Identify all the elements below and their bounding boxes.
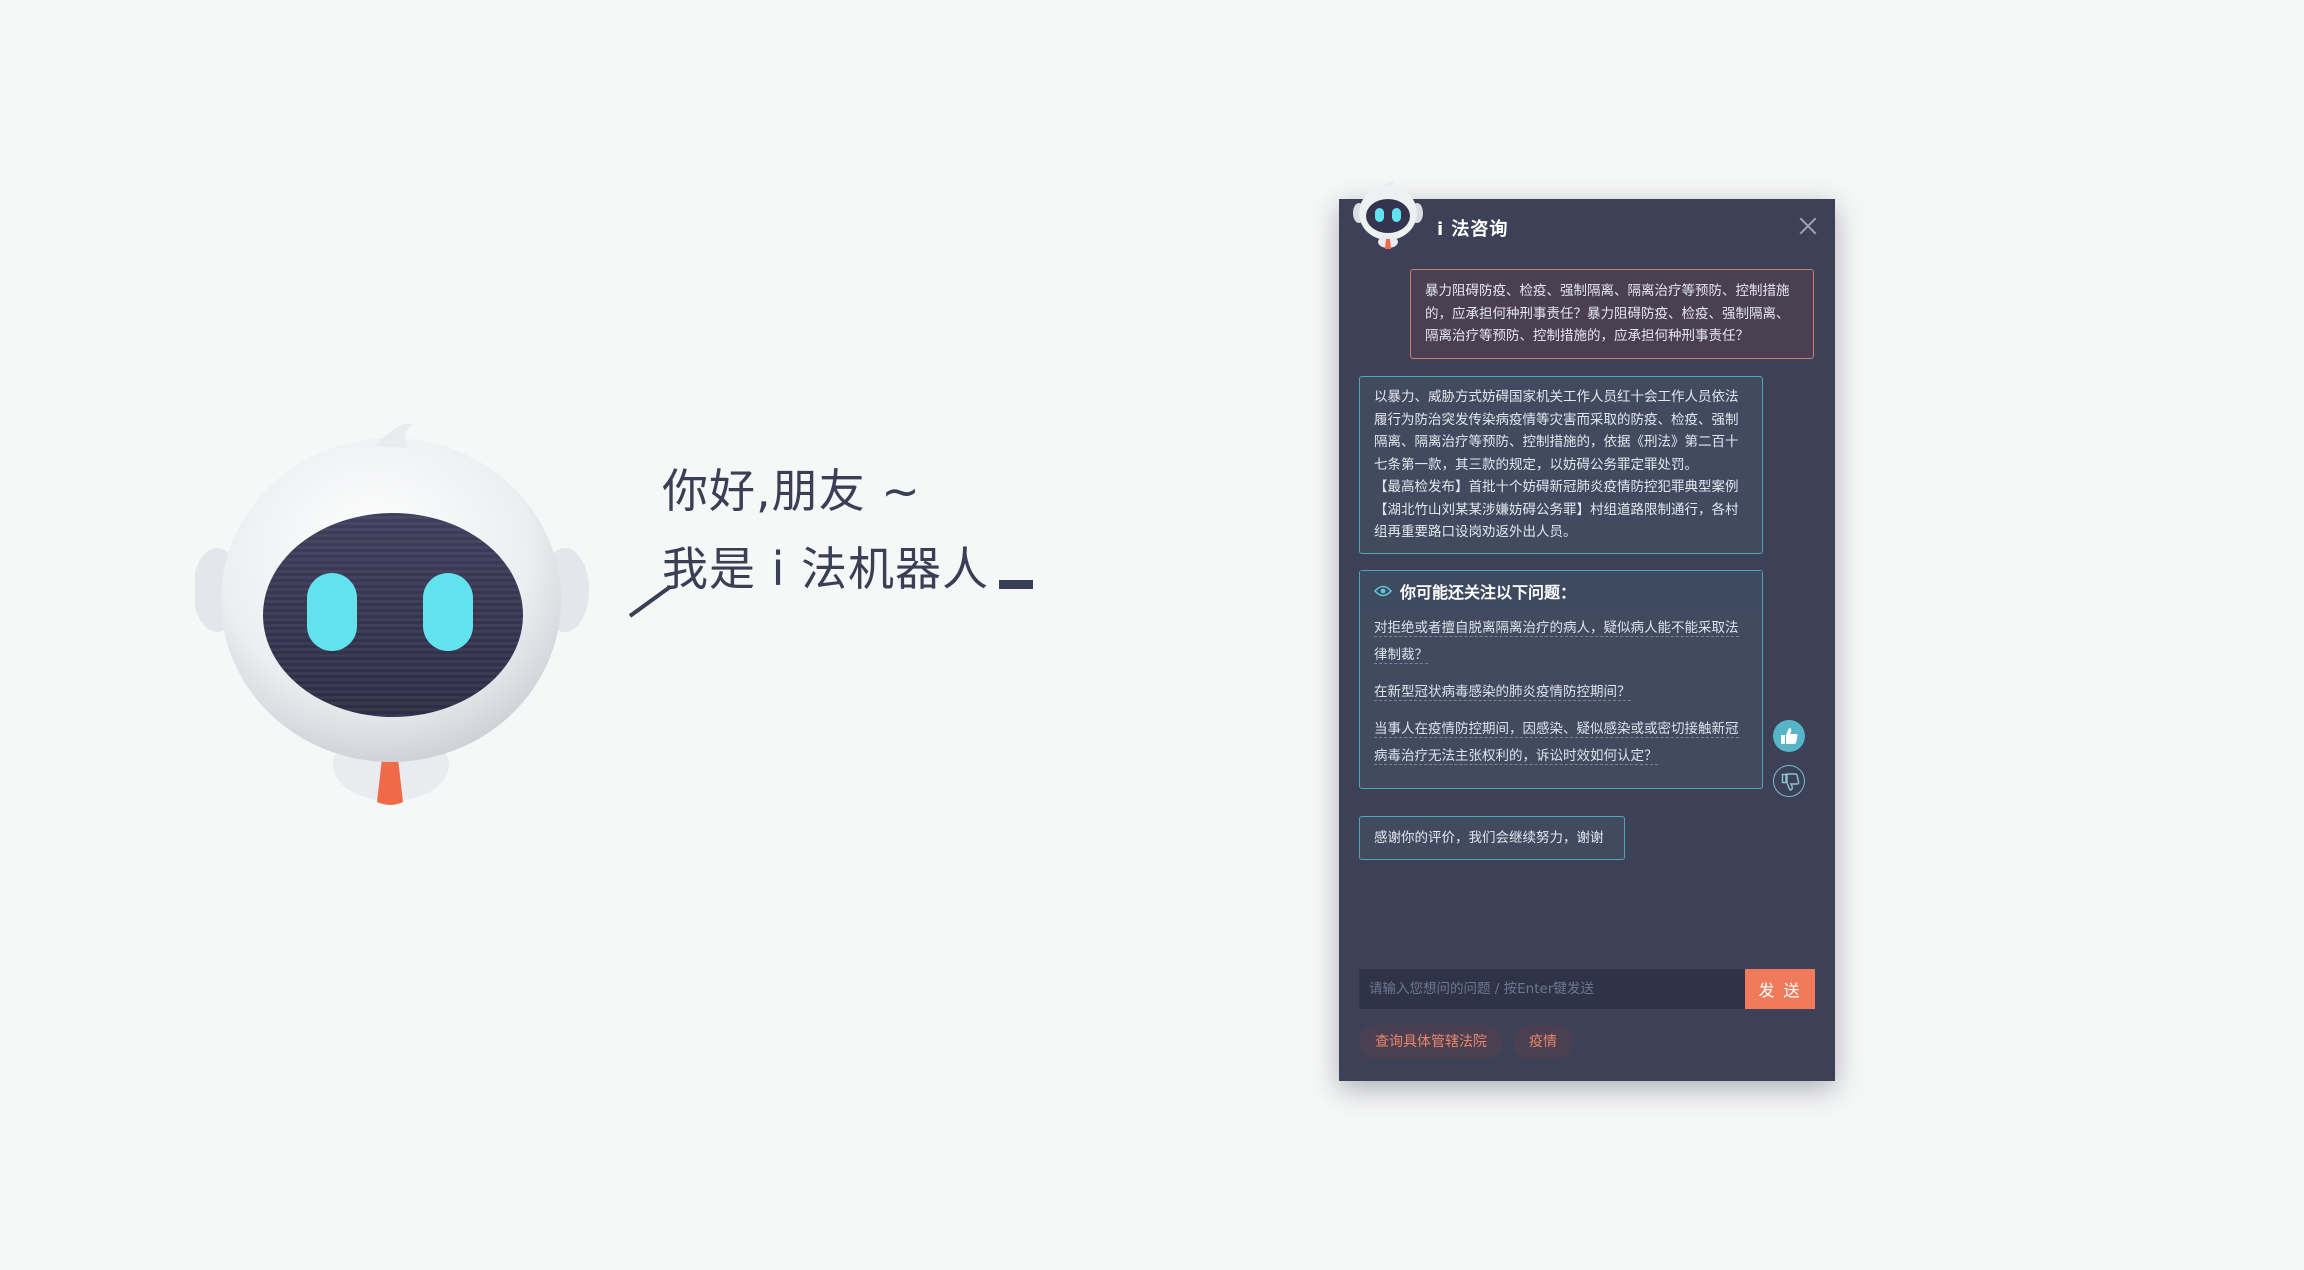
suggestions-header: 你可能还关注以下问题： (1360, 571, 1762, 611)
chat-title: i 法咨询 (1437, 219, 1509, 240)
greeting-line-2: 我是 i 法机器人 (662, 530, 1034, 608)
chat-window: i 法咨询 暴力阻碍防疫、检疫、强制隔离、隔离治疗等预防、控制措施的，应承担何种… (1339, 180, 1835, 1081)
eye-icon (1374, 585, 1392, 597)
typing-cursor (999, 580, 1034, 589)
quick-tags: 查询具体管辖法院 疫情 (1359, 1025, 1573, 1059)
quick-tag[interactable]: 查询具体管辖法院 (1359, 1025, 1503, 1059)
send-button[interactable]: 发 送 (1745, 969, 1815, 1009)
thanks-bubble: 感谢你的评价，我们会继续努力，谢谢 (1359, 816, 1625, 860)
robot-mascot (195, 420, 595, 820)
greeting-text: 你好,朋友 ~ 我是 i 法机器人 (662, 452, 1034, 608)
robot-avatar-icon (1353, 179, 1423, 251)
bot-answer-case-link[interactable]: 【湖北竹山刘某某涉嫌妨碍公务罪】村组道路限制通行，各村组再重要路口设岗劝返外出人… (1374, 499, 1748, 544)
suggestion-text[interactable]: 对拒绝或者擅自脱离隔离治疗的病人，疑似病人能不能采取法律制裁？ (1374, 620, 1739, 664)
suggestions-box: 你可能还关注以下问题： 对拒绝或者擅自脱离隔离治疗的病人，疑似病人能不能采取法律… (1359, 570, 1763, 789)
greeting-line-1: 你好,朋友 ~ (662, 464, 921, 518)
suggestions-title: 你可能还关注以下问题： (1400, 583, 1577, 602)
close-icon[interactable] (1797, 215, 1819, 237)
chat-input-row: 发 送 (1359, 969, 1815, 1009)
thumbs-down-button[interactable] (1773, 765, 1805, 797)
suggestions-list: 对拒绝或者擅自脱离隔离治疗的病人，疑似病人能不能采取法律制裁？ 在新型冠状病毒感… (1360, 611, 1762, 788)
suggestion-item[interactable]: 在新型冠状病毒感染的肺炎疫情防控期间？ (1374, 679, 1748, 716)
bot-answer-text: 以暴力、威胁方式妨碍国家机关工作人员红十会工作人员依法履行为防治突发传染病疫情等… (1374, 389, 1739, 473)
bot-answer-case-link[interactable]: 【最高检发布】首批十个妨碍新冠肺炎疫情防控犯罪典型案例 (1374, 476, 1748, 499)
suggestion-text[interactable]: 在新型冠状病毒感染的肺炎疫情防控期间？ (1374, 684, 1631, 701)
bot-answer-bubble: 以暴力、威胁方式妨碍国家机关工作人员红十会工作人员依法履行为防治突发传染病疫情等… (1359, 376, 1763, 554)
chat-input[interactable] (1359, 969, 1745, 1009)
user-message-bubble: 暴力阻碍防疫、检疫、强制隔离、隔离治疗等预防、控制措施的，应承担何种刑事责任？暴… (1410, 269, 1814, 359)
greeting-line-2-text: 我是 i 法机器人 (662, 542, 990, 596)
chat-header: i 法咨询 (1339, 180, 1835, 255)
suggestion-item[interactable]: 对拒绝或者擅自脱离隔离治疗的病人，疑似病人能不能采取法律制裁？ (1374, 615, 1748, 679)
thumbs-down-icon (1781, 773, 1800, 791)
suggestion-item[interactable]: 当事人在疫情防控期间，因感染、疑似感染或或密切接触新冠病毒治疗无法主张权利的，诉… (1374, 716, 1748, 780)
thumbs-up-icon (1781, 728, 1798, 744)
thumbs-up-button[interactable] (1773, 720, 1805, 752)
suggestion-text[interactable]: 当事人在疫情防控期间，因感染、疑似感染或或密切接触新冠病毒治疗无法主张权利的，诉… (1374, 721, 1739, 765)
quick-tag[interactable]: 疫情 (1513, 1025, 1573, 1059)
